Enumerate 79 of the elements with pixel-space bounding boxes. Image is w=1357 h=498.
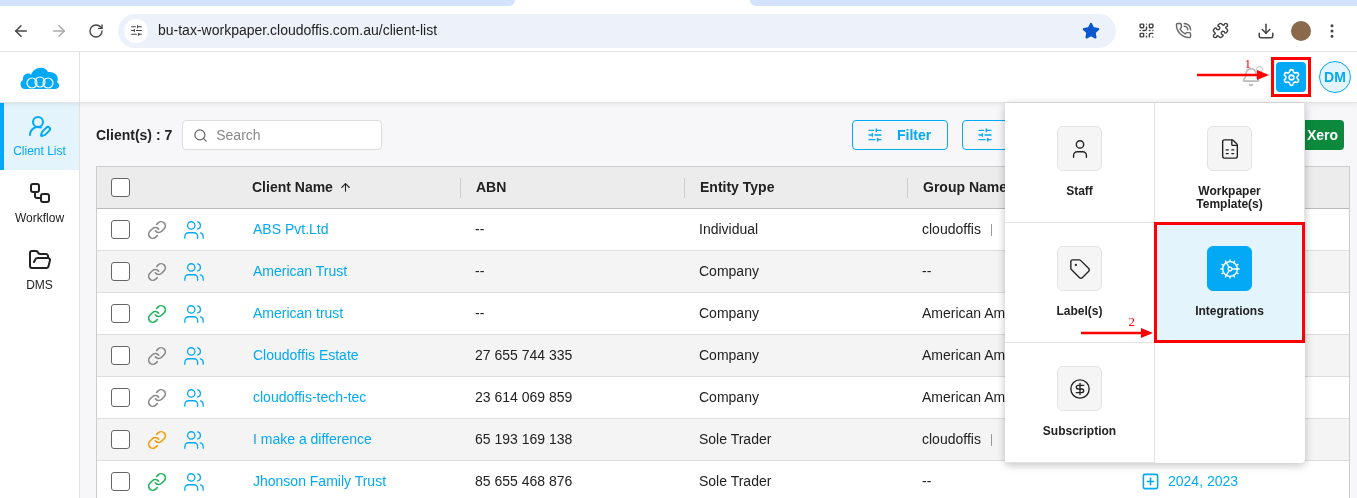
search-field[interactable]: Search xyxy=(182,120,383,150)
column-header[interactable]: Entity Type xyxy=(700,177,775,198)
link-icon[interactable] xyxy=(147,387,167,408)
user-icon xyxy=(1057,126,1102,171)
sidebar-item[interactable]: DMS xyxy=(0,237,79,304)
tag-icon xyxy=(1057,246,1102,291)
bookmark-star-icon[interactable] xyxy=(1082,21,1100,40)
link-icon[interactable] xyxy=(147,261,167,282)
group-name-cell-text: American Am xyxy=(922,388,1006,407)
arrow-icon xyxy=(1197,70,1269,80)
column-header[interactable]: Client Name xyxy=(252,177,333,198)
url-text: bu-tax-workpaper.cloudoffis.com.au/client-list xyxy=(158,21,438,40)
row-checkbox[interactable] xyxy=(111,472,130,491)
address-bar[interactable]: bu-tax-workpaper.cloudoffis.com.au/client-list xyxy=(118,13,1116,48)
link-icon[interactable] xyxy=(147,345,167,366)
entity-type-cell: Company xyxy=(699,389,759,405)
client-count: Client(s) : 7 xyxy=(96,125,173,145)
annotation-number: 1 xyxy=(1244,57,1251,70)
row-checkbox[interactable] xyxy=(111,262,130,281)
people-icon[interactable] xyxy=(183,470,205,493)
link-icon[interactable] xyxy=(147,303,167,324)
qr-code-icon[interactable] xyxy=(1138,22,1155,39)
group-name-cell-text: -- xyxy=(922,262,932,281)
entity-type-cell: Individual xyxy=(699,221,759,237)
link-icon[interactable] xyxy=(147,471,167,492)
entity-type-cell: Sole Trader xyxy=(699,431,772,447)
folder-icon xyxy=(27,247,52,272)
extensions-icon[interactable] xyxy=(1212,22,1229,39)
sliders-icon xyxy=(977,127,993,143)
row-checkbox[interactable] xyxy=(111,304,130,323)
row-checkbox[interactable] xyxy=(111,430,130,449)
menu-item[interactable]: Integrations xyxy=(1155,223,1304,342)
group-name-cell-text: cloudoffis xyxy=(922,430,981,449)
group-name-cell-text: American Am xyxy=(922,346,1006,365)
abn-cell: 65 193 169 138 xyxy=(475,431,573,447)
group-name-cell-text: -- xyxy=(922,472,932,491)
abn-cell: -- xyxy=(475,221,485,237)
sliders-icon xyxy=(867,127,883,143)
profile-avatar[interactable] xyxy=(1291,20,1311,41)
annotation-number: 2 xyxy=(1128,315,1135,328)
row-checkbox[interactable] xyxy=(111,388,130,407)
gear-icon xyxy=(1281,67,1301,87)
workflow-icon xyxy=(27,180,52,205)
search-icon xyxy=(193,128,209,143)
people-icon[interactable] xyxy=(183,386,205,409)
arrow-icon xyxy=(1081,328,1153,338)
column-header[interactable]: Group Name xyxy=(923,177,1007,198)
abn-cell: 23 614 069 859 xyxy=(475,389,573,405)
settings-button[interactable] xyxy=(1276,62,1306,92)
group-name-cell-text: cloudoffis xyxy=(922,220,981,239)
year-list: 2024, 2023 xyxy=(1168,471,1239,492)
sort-arrow-icon[interactable] xyxy=(338,181,352,194)
entity-type-cell: Company xyxy=(699,305,759,321)
abn-cell: 27 655 744 335 xyxy=(475,347,573,363)
people-icon[interactable] xyxy=(183,302,205,325)
site-settings-icon[interactable] xyxy=(124,18,148,43)
phone-icon[interactable] xyxy=(1175,22,1192,39)
download-icon[interactable] xyxy=(1257,21,1275,40)
entity-type-cell: Sole Trader xyxy=(699,473,772,489)
add-icon[interactable] xyxy=(1141,472,1160,491)
abn-cell: -- xyxy=(475,263,485,279)
column-header[interactable]: ABN xyxy=(476,177,507,198)
link-icon[interactable] xyxy=(147,219,167,240)
sidebar-item[interactable]: Workflow xyxy=(0,170,79,237)
abn-cell: -- xyxy=(475,305,485,321)
entity-type-cell: Company xyxy=(699,263,759,279)
spreadsheet-icon xyxy=(1207,126,1252,171)
entity-type-cell: Company xyxy=(699,347,759,363)
client-icon xyxy=(27,113,52,138)
select-all-checkbox[interactable] xyxy=(111,178,130,197)
dollar-icon xyxy=(1057,366,1102,411)
gear-icon xyxy=(1207,246,1252,291)
people-icon[interactable] xyxy=(183,218,205,241)
row-checkbox[interactable] xyxy=(111,346,130,365)
group-name-cell-text: American Am xyxy=(922,304,1006,323)
reload-icon[interactable] xyxy=(88,22,104,39)
menu-item[interactable]: Staff xyxy=(1005,103,1154,222)
row-checkbox[interactable] xyxy=(111,220,130,239)
abn-cell: 85 655 468 876 xyxy=(475,473,573,489)
